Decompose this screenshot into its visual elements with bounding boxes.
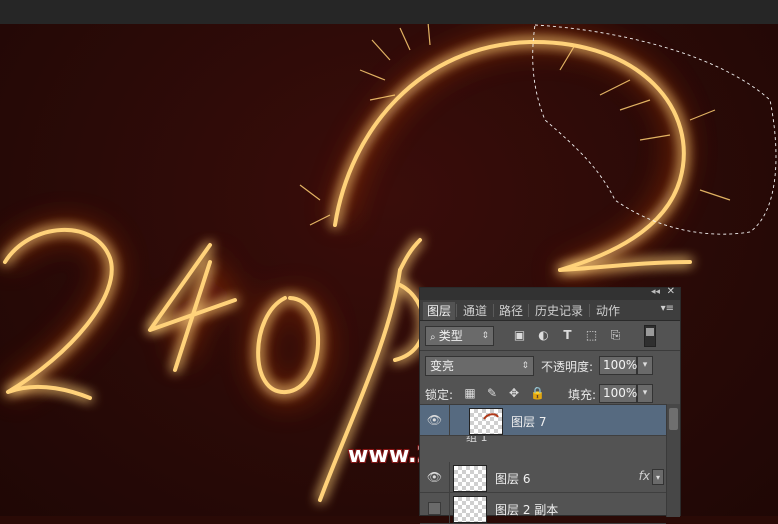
filter-kind-dropdown[interactable]: ⌕ 类型 ⇕ <box>425 326 494 346</box>
expand-effects-icon[interactable]: ▾ <box>652 469 664 485</box>
opacity-input[interactable]: 100% <box>599 356 637 375</box>
close-icon[interactable]: ✕ <box>667 286 675 297</box>
layer-name: 图层 2 副本 <box>495 503 559 517</box>
type-filter-icon[interactable]: T <box>560 329 575 342</box>
lock-transparent-icon[interactable]: ▦ <box>463 386 477 400</box>
tab-layers[interactable]: 图层 <box>423 302 455 320</box>
layer-effects-icon[interactable]: fx <box>639 469 650 483</box>
lock-paint-icon[interactable]: ✎ <box>485 386 499 400</box>
lock-all-icon[interactable]: 🔒 <box>530 386 545 400</box>
panel-menu-icon[interactable]: ▾≡ <box>661 303 674 314</box>
visibility-toggle-empty[interactable] <box>420 493 450 524</box>
panel-tabs: 图层 通道 路径 历史记录 动作 ▾≡ <box>420 300 680 321</box>
opacity-dropdown-button[interactable]: ▾ <box>637 356 653 375</box>
chevron-updown-icon: ⇕ <box>521 361 529 371</box>
opacity-label: 不透明度: <box>541 360 594 374</box>
layer-name: 图层 6 <box>495 472 531 486</box>
lock-label: 锁定: <box>425 388 454 402</box>
lock-position-icon[interactable]: ✥ <box>507 386 521 400</box>
filter-kind-value: 类型 <box>438 329 463 343</box>
tab-paths[interactable]: 路径 <box>495 302 527 320</box>
layer-row[interactable]: 图层 2 副本 <box>420 493 666 524</box>
adjustment-filter-icon[interactable]: ◐ <box>536 329 551 342</box>
layer-thumbnail <box>469 408 503 435</box>
layer-row[interactable]: 👁 图层 7 <box>420 405 666 436</box>
fill-label: 填充: <box>568 388 597 402</box>
layer-thumbnail <box>453 465 487 492</box>
layer-name: 图层 7 <box>511 415 547 429</box>
collapse-panel-icon[interactable]: ◂◂ <box>651 287 660 297</box>
chevron-updown-icon: ⇕ <box>481 331 489 341</box>
blend-mode-value: 变亮 <box>430 359 455 373</box>
scrollbar-thumb[interactable] <box>669 408 678 430</box>
search-icon: ⌕ <box>430 332 439 343</box>
panel-titlebar: ◂◂ ✕ <box>420 286 680 300</box>
smart-object-filter-icon[interactable]: ⎘ <box>608 329 623 342</box>
tab-channels[interactable]: 通道 <box>458 302 492 320</box>
visibility-eye-icon[interactable]: 👁 <box>420 405 450 436</box>
filter-toggle-switch[interactable] <box>644 325 656 347</box>
image-filter-icon[interactable]: ▣ <box>512 329 527 342</box>
fill-input[interactable]: 100% <box>599 384 637 403</box>
fill-dropdown-button[interactable]: ▾ <box>637 384 653 403</box>
shape-filter-icon[interactable]: ⬚ <box>584 329 599 342</box>
blend-mode-dropdown[interactable]: 变亮 ⇕ <box>425 356 534 376</box>
layer-thumbnail-art <box>483 413 499 420</box>
top-toolbar <box>0 0 778 25</box>
tab-actions[interactable]: 动作 <box>591 302 625 320</box>
layer-name: 组 1 <box>466 436 488 444</box>
tab-history[interactable]: 历史记录 <box>530 302 588 320</box>
layer-thumbnail <box>453 496 487 523</box>
layer-row[interactable]: 👁 图层 6 fx ▾ <box>420 462 666 493</box>
visibility-eye-icon[interactable]: 👁 <box>420 462 450 493</box>
layers-scrollbar[interactable] <box>666 404 680 517</box>
layer-row-partial[interactable]: 组 1 <box>454 436 670 445</box>
layers-panel: ◂◂ ✕ 图层 通道 路径 历史记录 动作 ▾≡ ⌕ 类型 ⇕ ▣ ◐ T ⬚ … <box>419 286 681 524</box>
